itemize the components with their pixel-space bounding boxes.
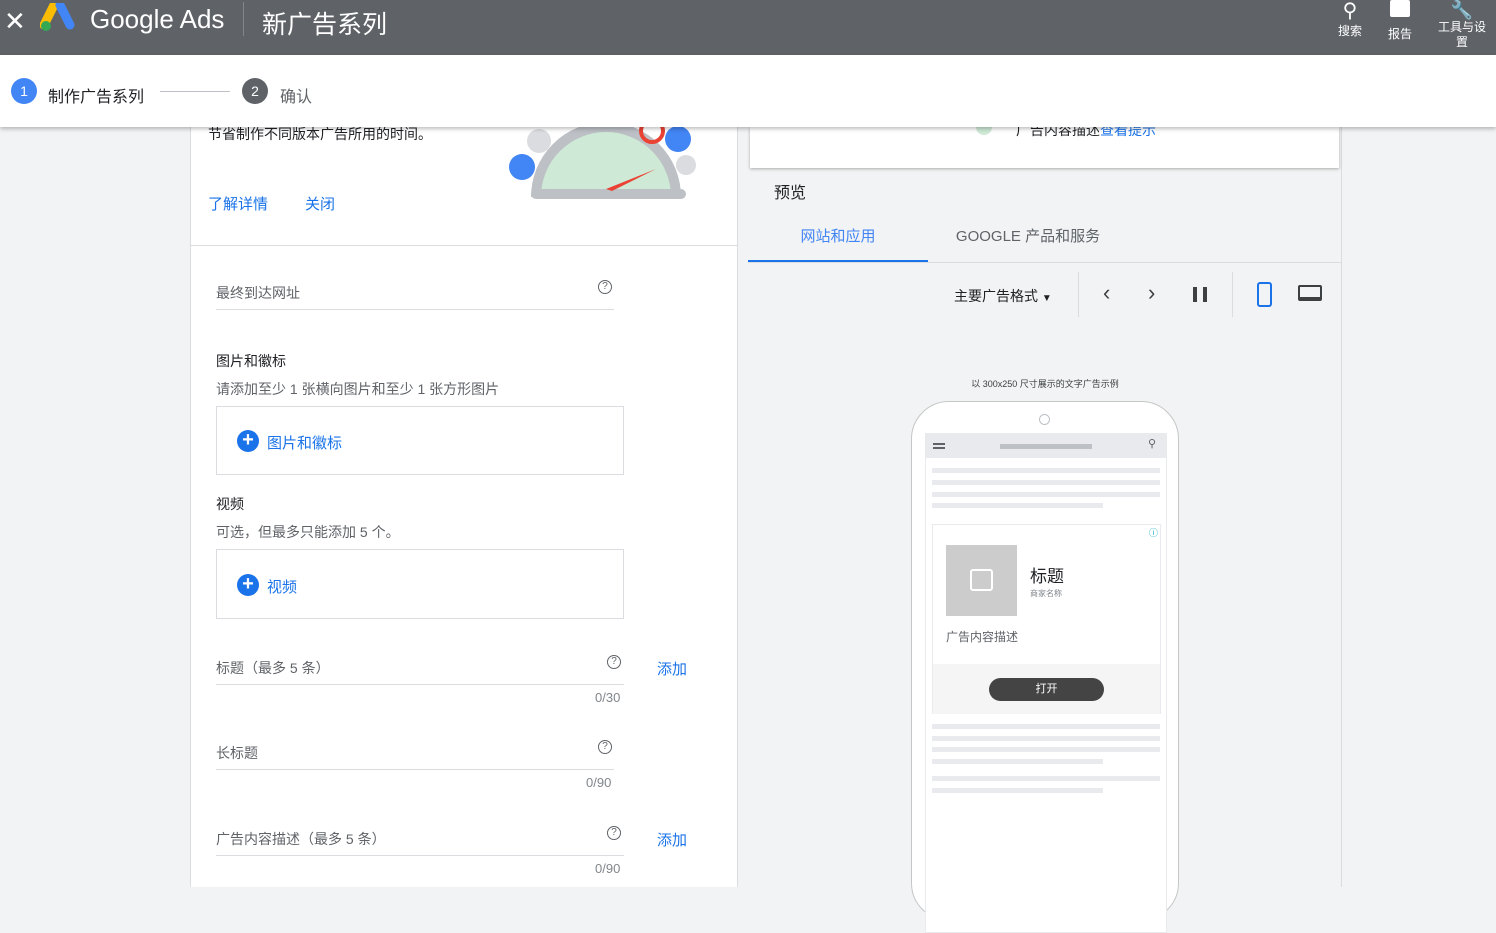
- tab-google-products[interactable]: GOOGLE 产品和服务: [928, 217, 1128, 262]
- headline-input[interactable]: 标题（最多 5 条）: [216, 658, 330, 678]
- divider: [1232, 272, 1233, 317]
- plus-icon: +: [237, 574, 259, 596]
- placeholder-line: [932, 492, 1160, 497]
- ad-description: 广告内容描述: [946, 630, 1019, 644]
- ad-format-select[interactable]: 主要广告格式 ▼: [954, 286, 1052, 306]
- step-1-label[interactable]: 制作广告系列: [48, 83, 144, 107]
- step-2-number: 2: [242, 78, 268, 104]
- placeholder-line: [932, 747, 1160, 752]
- placeholder-line: [932, 736, 1160, 741]
- divider: [243, 2, 244, 36]
- videos-heading: 视频: [216, 496, 244, 512]
- divider: [191, 245, 738, 246]
- ad-cta-area: 打开: [933, 664, 1160, 714]
- placeholder-line: [932, 503, 1103, 508]
- banner-text: 节省制作不同版本广告所用的时间。: [208, 126, 432, 142]
- help-icon[interactable]: ?: [598, 740, 612, 754]
- images-hint: 请添加至少 1 张横向图片和至少 1 张方形图片: [216, 381, 500, 397]
- description-input[interactable]: 广告内容描述（最多 5 条）: [216, 829, 386, 849]
- description-counter: 0/90: [595, 861, 621, 876]
- learn-more-link[interactable]: 了解详情: [208, 193, 268, 214]
- preview-caption: 以 300x250 尺寸展示的文字广告示例: [971, 379, 1119, 389]
- mock-browser-bar: ⚲: [926, 434, 1166, 458]
- preview-panel: 广告内容描述 查看提示 预览 网站和应用 GOOGLE 产品和服务 主要广告格式…: [748, 119, 1342, 933]
- final-url-underline: [216, 309, 614, 310]
- help-icon[interactable]: ?: [607, 826, 621, 840]
- stepper: 1 制作广告系列 2 确认: [0, 55, 1496, 127]
- add-headline-link[interactable]: 添加: [657, 658, 687, 679]
- search-icon: ⚲: [1342, 0, 1358, 22]
- final-url-label[interactable]: 最终到达网址: [216, 283, 300, 303]
- help-icon[interactable]: ?: [598, 280, 612, 294]
- info-icon: ⓘ: [1148, 528, 1158, 538]
- google-ads-logo: [40, 3, 75, 31]
- placeholder-line: [932, 724, 1160, 729]
- asset-form-card: 节省制作不同版本广告所用的时间。 了解详情 关闭 最终到达网址 ? 图片和徽标 …: [190, 126, 738, 887]
- add-images-button[interactable]: + 图片和徽标: [216, 406, 624, 475]
- bar-chart-icon: [1390, 0, 1410, 17]
- long-headline-underline: [216, 769, 614, 770]
- phone-mockup: ⚲ ⓘ 标题 商家名称 广告内容描述 打开: [911, 401, 1179, 933]
- search-icon: ⚲: [1148, 438, 1157, 450]
- ad-business-name: 商家名称: [1030, 589, 1062, 598]
- headline-counter: 0/30: [595, 690, 621, 705]
- long-headline-input[interactable]: 长标题: [216, 743, 258, 763]
- placeholder-line: [932, 788, 1103, 793]
- search-button[interactable]: ⚲ 搜索: [1333, 0, 1367, 39]
- placeholder-line: [932, 480, 1160, 485]
- next-icon[interactable]: ›: [1148, 280, 1155, 306]
- description-underline: [216, 855, 624, 856]
- add-videos-button[interactable]: + 视频: [216, 549, 624, 619]
- tools-settings-button[interactable]: 🔧 工具与设置: [1434, 0, 1490, 50]
- long-headline-counter: 0/90: [586, 775, 612, 790]
- mock-url: [1000, 444, 1092, 449]
- tab-divider: [748, 262, 1342, 263]
- headline-underline: [216, 684, 624, 685]
- tips-card: 广告内容描述 查看提示: [750, 119, 1339, 168]
- laptop-icon[interactable]: [1298, 285, 1322, 301]
- ad-cta-button: 打开: [989, 678, 1104, 701]
- pause-icon[interactable]: [1193, 287, 1207, 302]
- preview-title: 预览: [774, 185, 807, 202]
- speedometer-illustration: [509, 127, 696, 199]
- phone-camera: [1039, 414, 1050, 425]
- help-icon[interactable]: ?: [607, 655, 621, 669]
- image-placeholder: [946, 545, 1017, 616]
- top-app-bar: ✕ Google Ads 新广告系列 ⚲ 搜索 报告 🔧 工具与设置: [0, 0, 1496, 55]
- dropdown-arrow-icon: ▼: [1041, 293, 1052, 304]
- reports-button[interactable]: 报告: [1383, 0, 1417, 42]
- ad-preview: ⓘ 标题 商家名称 广告内容描述 打开: [932, 524, 1161, 714]
- page-title: 新广告系列: [262, 11, 388, 39]
- image-icon: [970, 569, 993, 591]
- step-connector: [160, 91, 230, 92]
- step-1-number: 1: [11, 78, 37, 104]
- divider: [1078, 272, 1079, 317]
- add-description-link[interactable]: 添加: [657, 829, 687, 850]
- placeholder-line: [932, 759, 1103, 764]
- tab-websites-apps[interactable]: 网站和应用: [748, 217, 928, 262]
- close-icon[interactable]: ✕: [4, 6, 26, 37]
- dismiss-banner-link[interactable]: 关闭: [305, 193, 335, 214]
- images-heading: 图片和徽标: [216, 353, 286, 369]
- plus-icon: +: [237, 430, 259, 452]
- previous-icon[interactable]: ‹: [1103, 280, 1110, 306]
- menu-icon: [933, 443, 945, 449]
- phone-screen: ⚲ ⓘ 标题 商家名称 广告内容描述 打开: [925, 433, 1167, 933]
- ad-headline: 标题: [1030, 567, 1064, 586]
- placeholder-line: [932, 776, 1160, 781]
- mobile-icon[interactable]: [1257, 282, 1272, 307]
- step-2-label[interactable]: 确认: [280, 83, 312, 107]
- placeholder-line: [932, 468, 1160, 473]
- product-name: Google Ads: [90, 4, 225, 34]
- wrench-icon: 🔧: [1450, 0, 1474, 20]
- videos-hint: 可选，但最多只能添加 5 个。: [216, 524, 400, 540]
